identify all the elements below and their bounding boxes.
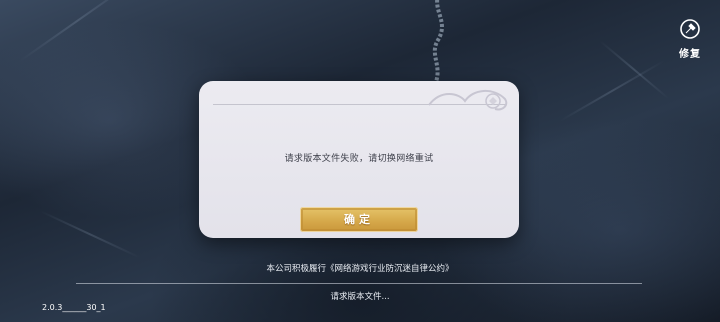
error-dialog: 请求版本文件失败，请切换网络重试 确定 [199, 81, 519, 238]
error-message: 请求版本文件失败，请切换网络重试 [284, 154, 434, 164]
repair-icon [680, 19, 700, 39]
background-streak [19, 0, 136, 62]
loading-status: 请求版本文件... [330, 292, 390, 302]
background-streak [559, 60, 665, 122]
version-label: 2.0.3______30_1 [42, 303, 106, 312]
loading-progress-bar [76, 283, 642, 284]
loading-screen: 修复 请求版本文件失败，请切换网络重试 确定 本公司积极履行《网络游戏行业防沉迷… [0, 0, 720, 322]
repair-label: 修复 [679, 49, 701, 60]
repair-button[interactable]: 修复 [674, 18, 706, 61]
confirm-button[interactable]: 确定 [300, 207, 418, 232]
background-streak [39, 210, 141, 259]
cloud-ornament-icon [428, 90, 508, 111]
anti-addiction-notice: 本公司积极履行《网络游戏行业防沉迷自律公约》 [266, 264, 454, 274]
